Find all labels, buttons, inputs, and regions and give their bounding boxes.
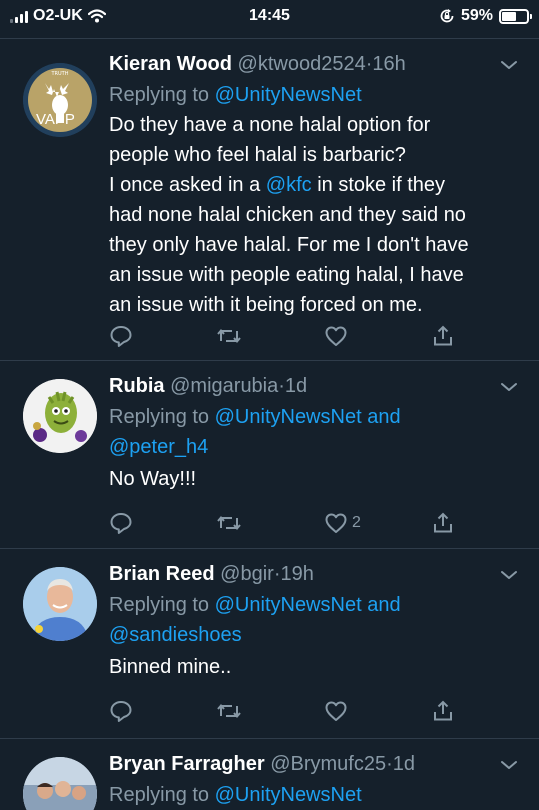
like-count: 2 (352, 514, 361, 531)
tweet-age: 1d (284, 375, 308, 397)
avatar[interactable] (23, 567, 97, 641)
tweet-line: people who feel halal is barbaric? (109, 144, 406, 166)
mention-link[interactable]: @UnityNewsNet (215, 406, 362, 428)
tweet[interactable]: Bryan Farragher @Brymufc25·1d Replying t… (0, 738, 539, 810)
avatar[interactable] (23, 757, 97, 810)
user-handle[interactable]: @ktwood2524 (238, 53, 366, 75)
battery-percent: 59% (460, 7, 493, 24)
orientation-lock-icon (440, 9, 454, 23)
tweet-actions: 2 (109, 510, 459, 536)
share-icon (434, 512, 452, 533)
share-icon (434, 325, 452, 346)
replying-to: Replying to @UnityNewsNet and @sandiesho… (109, 590, 519, 650)
share-icon (434, 700, 452, 721)
user-name[interactable]: Brian Reed (109, 563, 215, 585)
replying-to: Replying to @UnityNewsNet (109, 80, 519, 110)
replying-to: Replying to @UnityNewsNet and @peter_h4 (109, 402, 519, 462)
share-button[interactable] (431, 698, 455, 724)
replying-joiner: and (367, 594, 401, 616)
tweet-header: Kieran Wood @ktwood2524·16h (109, 53, 406, 75)
reply-icon (110, 701, 132, 722)
avatar-image (23, 567, 97, 641)
reply-button[interactable] (109, 698, 133, 724)
user-name[interactable]: Kieran Wood (109, 53, 232, 75)
mention-link[interactable]: @sandieshoes (109, 624, 242, 646)
user-handle[interactable]: @bgir (220, 563, 274, 585)
like-icon (325, 701, 347, 721)
tweet-header: Rubia @migarubia·1d (109, 375, 308, 397)
retweet-icon (217, 328, 241, 344)
tweet-actions (109, 323, 459, 349)
retweet-button[interactable] (216, 323, 242, 349)
tweet-text: Do they have a none halal option for peo… (109, 110, 519, 320)
battery-icon (499, 8, 532, 24)
avatar[interactable] (23, 379, 97, 453)
tweet[interactable]: Brian Reed @bgir·19h Replying to @UnityN… (0, 548, 539, 738)
tweet-line: they only have halal. For me I don't hav… (109, 234, 469, 256)
tweet[interactable]: Rubia @migarubia·1d Replying to @UnityNe… (0, 360, 539, 548)
replying-to: Replying to @UnityNewsNet (109, 780, 519, 810)
avatar-text: VAPP (36, 111, 75, 128)
tweet-line: Do they have a none halal option for (109, 114, 431, 136)
avatar-small-text: TRUTH (50, 71, 68, 77)
user-name[interactable]: Bryan Farragher (109, 753, 265, 775)
replying-prefix: Replying to (109, 84, 210, 106)
reply-button[interactable] (109, 323, 133, 349)
tweet-age: 19h (280, 563, 314, 585)
mention-link[interactable]: @UnityNewsNet (215, 784, 362, 806)
tweet-age: 16h (372, 53, 406, 75)
tweet-header: Bryan Farragher @Brymufc25·1d (109, 753, 415, 775)
tweet-actions (109, 698, 459, 724)
user-handle[interactable]: @migarubia (170, 375, 278, 397)
retweet-button[interactable] (216, 510, 242, 536)
mention-link[interactable]: @peter_h4 (109, 436, 208, 458)
tweet-line: Binned mine.. (109, 656, 232, 678)
chevron-down-icon[interactable] (499, 565, 519, 585)
tweet-line: an issue with it being forced on me. (109, 294, 423, 316)
share-button[interactable] (431, 510, 455, 536)
tweet-line: I once asked in a @kfc in stoke if they (109, 174, 446, 196)
mention-link[interactable]: @UnityNewsNet (215, 594, 362, 616)
retweet-button[interactable] (216, 698, 242, 724)
user-name[interactable]: Rubia (109, 375, 165, 397)
replying-joiner: and (367, 406, 401, 428)
reply-icon (110, 326, 132, 347)
mention-link[interactable]: @UnityNewsNet (215, 84, 362, 106)
reply-icon (110, 513, 132, 534)
like-button[interactable]: 2 (324, 510, 361, 536)
tweet-text: Binned mine.. (109, 652, 519, 682)
tweet-header: Brian Reed @bgir·19h (109, 563, 314, 585)
retweet-icon (217, 515, 241, 531)
like-button[interactable] (324, 323, 352, 349)
retweet-icon (217, 703, 241, 719)
stag-logo-icon: TRUTH VAPP (23, 63, 97, 137)
like-button[interactable] (324, 698, 352, 724)
tweet-line: No Way!!! (109, 468, 197, 490)
replying-prefix: Replying to (109, 406, 210, 428)
share-button[interactable] (431, 323, 455, 349)
tweet[interactable]: TRUTH VAPP Kieran Wood @ktwood2524·16h R… (0, 38, 539, 360)
avatar-image (23, 379, 97, 453)
status-bar: O2-UK 14:45 59% (0, 0, 539, 34)
chevron-down-icon[interactable] (499, 755, 519, 775)
reply-button[interactable] (109, 510, 133, 536)
replying-prefix: Replying to (109, 594, 210, 616)
tweet-line: had none halal chicken and they said no (109, 204, 466, 226)
tweet-text: No Way!!! (109, 464, 519, 494)
avatar[interactable]: TRUTH VAPP (23, 63, 97, 137)
avatar-image (23, 757, 97, 810)
user-handle[interactable]: @Brymufc25 (270, 753, 386, 775)
like-icon (325, 513, 347, 533)
replying-prefix: Replying to (109, 784, 210, 806)
like-icon (325, 326, 347, 346)
tweet-line: an issue with people eating halal, I hav… (109, 264, 464, 286)
chevron-down-icon[interactable] (499, 55, 519, 75)
tweet-age: 1d (392, 753, 415, 775)
mention-link[interactable]: @kfc (266, 174, 312, 196)
chevron-down-icon[interactable] (499, 377, 519, 397)
